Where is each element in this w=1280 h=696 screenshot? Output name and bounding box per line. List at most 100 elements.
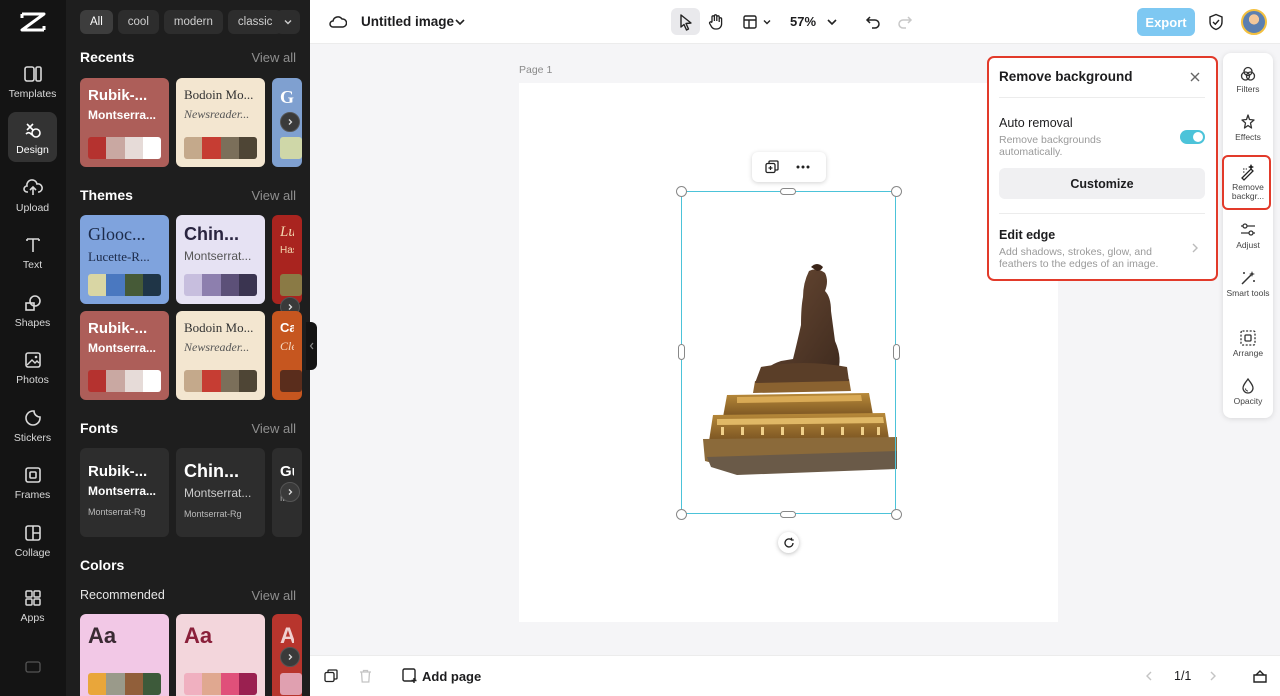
select-pointer-icon[interactable] bbox=[676, 12, 696, 32]
card-title: Glooc... bbox=[88, 224, 146, 244]
zoom-level[interactable]: 57% bbox=[790, 14, 816, 29]
templates-icon bbox=[23, 66, 42, 82]
capcut-logo[interactable] bbox=[19, 10, 47, 34]
resize-handle-right[interactable] bbox=[892, 344, 900, 360]
chevron-right-icon[interactable] bbox=[1190, 242, 1200, 254]
color-swatches bbox=[88, 370, 161, 392]
upload-icon bbox=[22, 179, 43, 195]
theme-card-6[interactable]: Ca Cle bbox=[272, 311, 302, 400]
chips-more-button[interactable] bbox=[276, 10, 300, 34]
recents-view-all[interactable]: View all bbox=[251, 50, 296, 65]
shield-icon[interactable] bbox=[1206, 12, 1226, 32]
theme-card-3[interactable]: Lu Has bbox=[272, 215, 302, 304]
tool-label: Arrange bbox=[1232, 348, 1264, 358]
tool-opacity[interactable]: Opacity bbox=[1223, 377, 1273, 406]
tool-effects[interactable]: Effects bbox=[1223, 113, 1273, 142]
hand-pan-icon[interactable] bbox=[706, 12, 726, 32]
collage-icon bbox=[24, 525, 41, 541]
document-title[interactable]: Untitled image bbox=[361, 14, 454, 29]
rail-label: Text bbox=[22, 259, 43, 271]
rail-item-text[interactable]: Text bbox=[8, 227, 57, 277]
card-subtitle: Lucette-R... bbox=[88, 249, 150, 264]
rail-item-templates[interactable]: Templates bbox=[8, 56, 57, 106]
page-label: Page 1 bbox=[519, 64, 553, 76]
cloud-save-icon[interactable] bbox=[328, 12, 348, 32]
layout-icon[interactable] bbox=[740, 12, 760, 32]
duplicate-page-icon[interactable] bbox=[324, 669, 338, 683]
top-bar: Untitled image 57% Export bbox=[310, 0, 1280, 44]
keyboard-icon[interactable] bbox=[25, 660, 41, 674]
tool-smart-tools[interactable]: Smart tools bbox=[1223, 269, 1273, 298]
tool-filters[interactable]: Filters bbox=[1223, 65, 1273, 94]
resize-handle-top[interactable] bbox=[780, 187, 796, 195]
resize-handle-left[interactable] bbox=[677, 344, 685, 360]
next-page-icon[interactable] bbox=[1208, 670, 1218, 682]
tool-label: Effects bbox=[1235, 132, 1261, 142]
export-button[interactable]: Export bbox=[1137, 8, 1195, 36]
undo-icon[interactable] bbox=[863, 12, 883, 32]
edit-edge-title[interactable]: Edit edge bbox=[999, 228, 1055, 242]
pages-panel-icon[interactable] bbox=[1252, 668, 1268, 684]
chip-cool[interactable]: cool bbox=[117, 10, 159, 34]
design-icon bbox=[24, 123, 41, 138]
resize-handle-bottom-left[interactable] bbox=[675, 508, 687, 520]
title-dropdown-icon[interactable] bbox=[452, 14, 468, 30]
fonts-next-button[interactable] bbox=[280, 482, 300, 502]
add-page-icon[interactable] bbox=[402, 668, 418, 684]
rail-item-stickers[interactable]: Stickers bbox=[8, 400, 57, 450]
duplicate-icon[interactable] bbox=[765, 160, 779, 174]
rail-item-upload[interactable]: Upload bbox=[8, 170, 57, 220]
recent-card-2[interactable]: Bodoin Mo... Newsreader... bbox=[176, 78, 265, 167]
resize-handle-bottom[interactable] bbox=[780, 510, 796, 518]
resize-handle-bottom-right[interactable] bbox=[890, 508, 902, 520]
rotate-icon bbox=[783, 537, 794, 548]
font-card-2[interactable]: Chin... Montserrat... Montserrat-Rg bbox=[176, 448, 265, 537]
colors-next-button[interactable] bbox=[280, 647, 300, 667]
resize-handle-top-left[interactable] bbox=[675, 185, 687, 197]
redo-icon[interactable] bbox=[895, 12, 915, 32]
rail-item-photos[interactable]: Photos bbox=[8, 342, 57, 392]
rail-item-shapes[interactable]: Shapes bbox=[8, 285, 57, 335]
tool-arrange[interactable]: Arrange bbox=[1223, 329, 1273, 358]
theme-card-4[interactable]: Rubik-... Montserra... bbox=[80, 311, 169, 400]
layout-dropdown-icon[interactable] bbox=[760, 14, 774, 30]
rotate-handle[interactable] bbox=[778, 532, 799, 553]
recents-next-button[interactable] bbox=[280, 112, 300, 132]
theme-card-2[interactable]: Chin... Montserrat... bbox=[176, 215, 265, 304]
color-swatches bbox=[280, 274, 302, 296]
chip-classic[interactable]: classic bbox=[227, 10, 283, 34]
tool-adjust[interactable]: Adjust bbox=[1223, 221, 1273, 250]
tool-label: Filters bbox=[1236, 84, 1260, 94]
customize-button[interactable]: Customize bbox=[999, 168, 1205, 199]
add-page-button[interactable]: Add page bbox=[422, 669, 481, 684]
more-options-icon[interactable] bbox=[796, 164, 810, 170]
zoom-dropdown-icon[interactable] bbox=[824, 14, 840, 30]
rail-item-collage[interactable]: Collage bbox=[8, 515, 57, 565]
color-card-2[interactable]: Aa bbox=[176, 614, 265, 696]
trash-icon[interactable] bbox=[359, 669, 372, 683]
color-swatches bbox=[280, 137, 302, 159]
auto-removal-toggle[interactable] bbox=[1180, 130, 1205, 144]
fonts-view-all[interactable]: View all bbox=[251, 421, 296, 436]
theme-card-5[interactable]: Bodoin Mo... Newsreader... bbox=[176, 311, 265, 400]
panel-collapse-handle[interactable] bbox=[306, 322, 317, 370]
theme-card-1[interactable]: Glooc... Lucette-R... bbox=[80, 215, 169, 304]
selection-box bbox=[681, 191, 896, 514]
font-card-1[interactable]: Rubik-... Montserra... Montserrat-Rg bbox=[80, 448, 169, 537]
rail-item-apps[interactable]: Apps bbox=[8, 580, 57, 630]
chip-modern[interactable]: modern bbox=[163, 10, 223, 34]
themes-view-all[interactable]: View all bbox=[251, 188, 296, 203]
rail-item-design[interactable]: Design bbox=[8, 112, 57, 162]
recent-card-1[interactable]: Rubik-... Montserra... bbox=[80, 78, 169, 167]
resize-handle-top-right[interactable] bbox=[890, 185, 902, 197]
card-font-name: Montserrat-Rg bbox=[88, 507, 146, 517]
rail-item-frames[interactable]: Frames bbox=[8, 457, 57, 507]
avatar[interactable] bbox=[1241, 9, 1267, 35]
close-icon[interactable] bbox=[1188, 70, 1202, 84]
colors-view-all[interactable]: View all bbox=[251, 588, 296, 603]
color-swatches bbox=[88, 673, 161, 695]
prev-page-icon[interactable] bbox=[1144, 670, 1154, 682]
chip-all[interactable]: All bbox=[80, 10, 113, 34]
card-title: Rubik-... bbox=[88, 463, 148, 480]
color-card-1[interactable]: Aa bbox=[80, 614, 169, 696]
